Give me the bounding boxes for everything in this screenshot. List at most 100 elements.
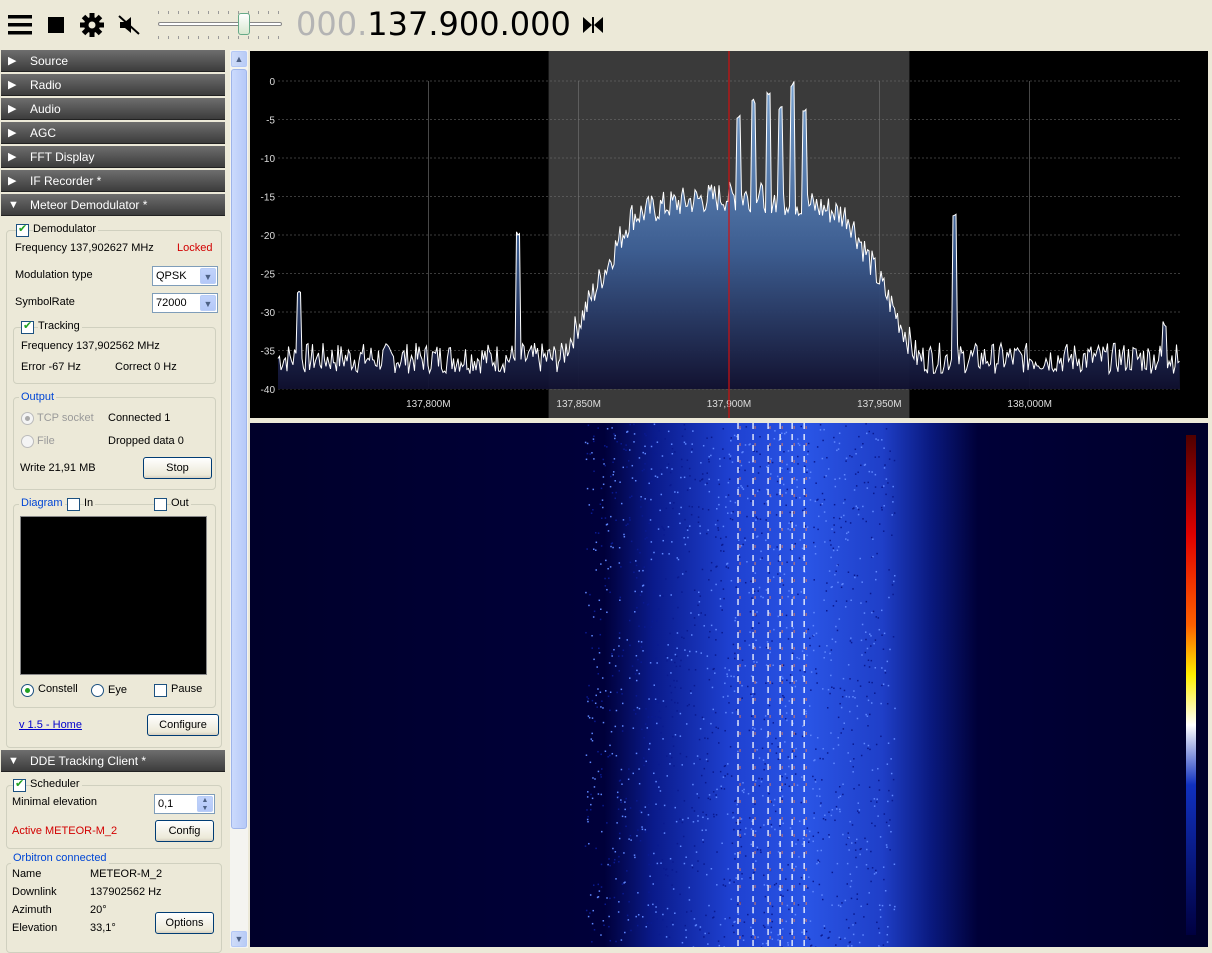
waterfall-speckle [600,886,603,888]
diagram-out-checkbox[interactable] [154,498,167,511]
waterfall-speckle [750,580,752,583]
mute-icon[interactable] [117,12,143,38]
waterfall-speckle [639,498,642,501]
waterfall-speckle [677,576,680,578]
file-radio[interactable] [21,435,34,448]
waterfall-speckle [844,606,847,608]
config-button[interactable]: Config [155,820,214,842]
diagram-in-checkbox[interactable] [67,498,80,511]
panel-header-fft-display[interactable]: ▶ FFT Display [1,146,225,168]
version-home-link[interactable]: v 1.5 - Home [19,719,82,731]
demodulator-checkbox[interactable] [16,222,29,237]
scroll-up-icon[interactable]: ▲ [231,51,247,67]
waterfall-speckle [787,450,790,452]
waterfall-speckle [688,467,691,470]
waterfall-speckle [776,493,778,496]
waterfall-speckle [732,924,734,927]
waterfall-speckle [623,852,625,854]
volume-slider-thumb[interactable] [238,13,250,35]
waterfall-speckle [840,706,843,709]
tcp-socket-radio[interactable] [21,412,34,425]
waterfall-speckle [618,837,621,840]
stop-button[interactable]: Stop [143,457,212,479]
options-button[interactable]: Options [155,912,214,934]
waterfall-speckle [882,944,885,946]
waterfall-speckle [684,649,686,651]
waterfall-speckle [855,485,858,487]
frequency-digits: 137.900.000 [367,5,571,43]
configure-button[interactable]: Configure [147,714,219,736]
waterfall-speckle [587,820,589,823]
min-elevation-spinbox[interactable]: 0,1 ▲ ▼ [154,794,215,814]
waterfall-speckle [676,491,679,494]
waterfall-speckle [681,764,683,766]
side-panel-scrollbar[interactable]: ▲ ▼ [230,50,248,948]
waterfall-speckle [682,818,684,821]
waterfall-speckle [604,464,606,467]
gear-icon[interactable] [79,12,105,38]
waterfall-speckle [672,745,675,747]
panel-header-radio[interactable]: ▶ Radio [1,74,225,96]
waterfall-speckle [671,869,674,871]
waterfall-speckle [702,811,704,813]
waterfall-speckle [597,750,599,753]
tracking-checkbox[interactable] [21,319,34,334]
waterfall-speckle [733,434,736,437]
waterfall-speckle [800,801,803,804]
waterfall-speckle [636,706,639,709]
waterfall-speckle [850,641,853,644]
waterfall-speckle [851,945,853,947]
waterfall-speckle [826,752,829,754]
panel-header-dde-tracking-client[interactable]: ▼ DDE Tracking Client * [1,750,225,772]
panel-header-source[interactable]: ▶ Source [1,50,225,72]
menu-icon[interactable] [8,12,34,38]
frequency-display[interactable]: 000.137.900.000 [296,4,571,44]
waterfall-speckle [662,725,664,728]
spectrum-display[interactable]: 0 -5 -10 -15 -20 -25 -30 -35 -40 137,800M 137,850M… [250,51,1208,418]
swap-icon[interactable] [581,13,607,39]
waterfall-speckle [694,478,696,481]
panel-header-meteor-demodulator[interactable]: ▼ Meteor Demodulator * [1,194,225,216]
constell-radio[interactable] [21,684,34,697]
waterfall-speckle [873,805,876,807]
waterfall-speckle [643,468,645,471]
scheduler-checkbox[interactable] [13,777,26,792]
waterfall-speckle [726,675,729,678]
waterfall-speckle [893,863,896,866]
scrollbar-thumb[interactable] [231,69,247,829]
panel-header-if-recorder[interactable]: ▶ IF Recorder * [1,170,225,192]
waterfall-speckle [758,586,761,589]
waterfall-speckle [638,782,641,785]
waterfall-speckle [879,836,882,838]
waterfall-speckle [670,594,672,596]
waterfall-speckle [860,905,862,908]
waterfall-speckle [889,849,891,851]
spectrum-chart: 0-5-10-15-20-25-30-35-40137,800M 137,850M… [261,51,1180,418]
downlink-value: 137902562 Hz [90,886,162,898]
waterfall-speckle [853,489,856,491]
waterfall-speckle [865,864,868,866]
waterfall-speckle [635,577,638,579]
waterfall-speckle [642,650,644,652]
pause-checkbox[interactable] [154,684,167,697]
waterfall-speckle [766,466,768,468]
waterfall-speckle [656,918,658,920]
waterfall-speckle [661,525,663,528]
scroll-down-icon[interactable]: ▼ [231,931,247,947]
panel-header-agc[interactable]: ▶ AGC [1,122,225,144]
waterfall-speckle [799,539,802,541]
waterfall-speckle [718,944,721,947]
stop-icon[interactable] [46,12,72,38]
waterfall-speckle [755,780,757,782]
panel-header-audio[interactable]: ▶ Audio [1,98,225,120]
eye-radio[interactable] [91,684,104,697]
waterfall-speckle [737,913,740,915]
modulation-type-select[interactable]: QPSK ▼ [152,266,218,286]
waterfall-speckle [858,941,861,944]
waterfall-speckle [707,509,710,511]
waterfall-speckle [610,475,612,478]
symbolrate-select[interactable]: 72000 ▼ [152,293,218,313]
waterfall-display[interactable] [250,423,1208,949]
waterfall-speckle [727,763,729,765]
volume-slider[interactable] [158,22,282,26]
